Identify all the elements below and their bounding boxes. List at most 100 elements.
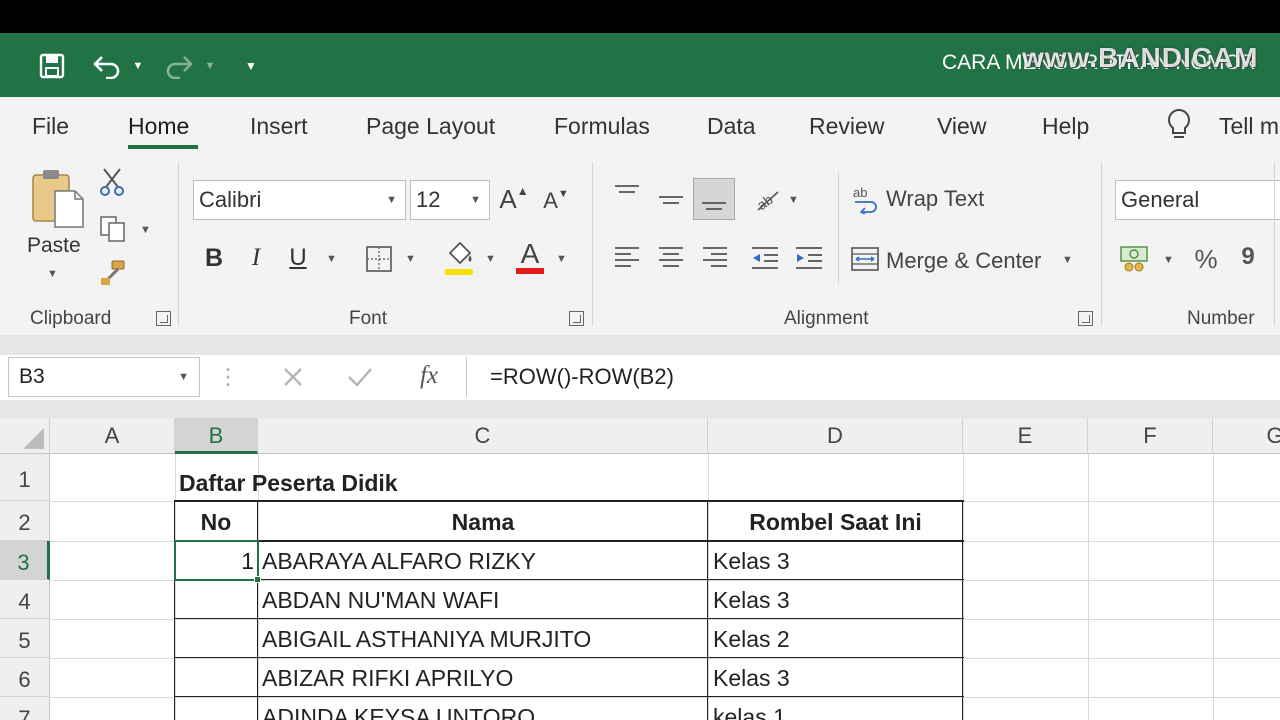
paste-icon[interactable] [26,166,88,230]
font-size-select[interactable]: 12 ▼ [410,180,490,220]
bold-button[interactable]: B [200,240,228,276]
column-header-b[interactable]: B [175,418,258,454]
column-header-g[interactable]: G [1213,418,1280,454]
orientation-dropdown-icon[interactable]: ▼ [788,194,799,206]
undo-dropdown-icon[interactable]: ▼ [130,50,146,82]
paste-dropdown-icon[interactable]: ▼ [47,268,58,280]
column-header-f[interactable]: F [1088,418,1213,454]
cell-nama[interactable]: ABIGAIL ASTHANIYA MURJITO [262,620,591,659]
copy-icon[interactable] [96,212,130,246]
tab-data[interactable]: Data [707,112,756,140]
borders-dropdown-icon[interactable]: ▼ [405,253,416,265]
wrap-text-button[interactable]: Wrap Text [886,186,984,212]
tab-home[interactable]: Home [128,112,189,140]
cell-rombel[interactable]: Kelas 2 [713,620,790,659]
redo-icon[interactable] [162,50,196,82]
lightbulb-icon[interactable] [1162,106,1196,144]
row-header-4[interactable]: 4 [0,580,50,619]
row-header-2[interactable]: 2 [0,501,50,541]
number-format-select[interactable]: General [1115,180,1280,220]
row-header-3[interactable]: 3 [0,541,50,580]
cell-nama[interactable]: ADINDA KEYSA UNTORO [262,698,535,720]
cancel-entry-icon[interactable] [276,360,310,394]
decrease-font-size-icon[interactable]: A ▼ [540,184,572,218]
cell-rombel[interactable]: Kelas 3 [713,581,790,620]
select-all-corner[interactable] [0,418,50,454]
merge-center-button[interactable]: Merge & Center [886,248,1041,274]
font-name-value: Calibri [199,187,262,212]
cut-icon[interactable] [96,166,128,198]
cell-nama[interactable]: ABARAYA ALFARO RIZKY [262,542,536,581]
clipboard-launcher-icon[interactable] [156,311,171,326]
customize-toolbar-icon[interactable]: ▼ [242,50,260,82]
alignment-launcher-icon[interactable] [1078,311,1093,326]
sheet-title-cell[interactable]: Daftar Peserta Didik [179,464,398,503]
column-header-c[interactable]: C [258,418,708,454]
name-box[interactable]: B3 ▼ [8,357,200,397]
spreadsheet-grid[interactable]: A B C D E F G 1 2 3 4 5 6 7 Daftar Peser… [0,418,1280,720]
underline-button[interactable]: U [284,240,312,276]
tab-file[interactable]: File [32,112,69,140]
clipboard-group-label: Clipboard [30,308,112,329]
cell-rombel[interactable]: Kelas 3 [713,659,790,698]
tab-help[interactable]: Help [1042,112,1089,140]
more-options-icon[interactable]: ⋮ [217,360,239,394]
align-bottom-icon[interactable] [693,178,735,220]
column-header-a[interactable]: A [50,418,175,454]
align-top-icon[interactable] [610,180,644,210]
cell-rombel[interactable]: kelas 1 [713,698,786,720]
italic-button[interactable]: I [242,240,270,276]
tab-page-layout[interactable]: Page Layout [366,112,495,140]
undo-icon[interactable] [90,50,124,82]
comma-style-button[interactable]: 9 [1236,240,1260,274]
tab-formulas[interactable]: Formulas [554,112,650,140]
row-header-7[interactable]: 7 [0,697,50,720]
underline-dropdown-icon[interactable]: ▼ [326,253,337,265]
cell-nama[interactable]: ABDAN NU'MAN WAFI [262,581,499,620]
column-header-e[interactable]: E [963,418,1088,454]
tab-view[interactable]: View [937,112,986,140]
save-icon[interactable] [36,50,68,82]
fill-color-icon[interactable] [440,238,478,278]
fill-color-dropdown-icon[interactable]: ▼ [485,253,496,265]
header-rombel-cell[interactable]: Rombel Saat Ini [709,503,962,542]
row-header-6[interactable]: 6 [0,658,50,697]
format-painter-icon[interactable] [96,256,130,290]
font-name-select[interactable]: Calibri ▼ [193,180,406,220]
align-right-icon[interactable] [698,240,732,276]
merge-center-icon[interactable] [849,244,881,274]
tab-tell-me[interactable]: Tell me [1219,112,1280,140]
orientation-icon[interactable]: ab [750,182,784,216]
redo-dropdown-icon[interactable]: ▼ [202,50,218,82]
align-center-icon[interactable] [654,240,688,276]
copy-dropdown-icon[interactable]: ▼ [140,224,151,236]
fill-handle[interactable] [254,576,261,583]
decrease-indent-icon[interactable] [748,240,782,276]
merge-center-dropdown-icon[interactable]: ▼ [1062,254,1073,266]
confirm-entry-icon[interactable] [342,360,378,394]
paste-button-label[interactable]: Paste [27,234,81,258]
accounting-dropdown-icon[interactable]: ▼ [1163,254,1174,266]
font-color-dropdown-icon[interactable]: ▼ [556,253,567,265]
percent-style-button[interactable]: % [1190,242,1222,276]
row-header-5[interactable]: 5 [0,619,50,658]
tab-review[interactable]: Review [809,112,884,140]
column-header-d[interactable]: D [708,418,963,454]
font-color-icon[interactable]: A [512,236,548,276]
align-left-icon[interactable] [610,240,644,276]
header-nama-cell[interactable]: Nama [259,503,707,542]
increase-indent-icon[interactable] [792,240,826,276]
align-middle-icon[interactable] [654,180,688,218]
insert-function-icon[interactable]: fx [412,358,446,394]
row-header-1[interactable]: 1 [0,454,50,501]
accounting-format-icon[interactable] [1118,242,1154,274]
tab-insert[interactable]: Insert [250,112,308,140]
header-no-cell[interactable]: No [176,503,256,542]
formula-input[interactable]: =ROW()-ROW(B2) [490,362,674,392]
wrap-text-icon[interactable]: ab [850,182,880,216]
borders-icon[interactable] [362,242,396,276]
cell-rombel[interactable]: Kelas 3 [713,542,790,581]
font-launcher-icon[interactable] [569,311,584,326]
cell-nama[interactable]: ABIZAR RIFKI APRILYO [262,659,513,698]
increase-font-size-icon[interactable]: A ▲ [498,180,530,218]
